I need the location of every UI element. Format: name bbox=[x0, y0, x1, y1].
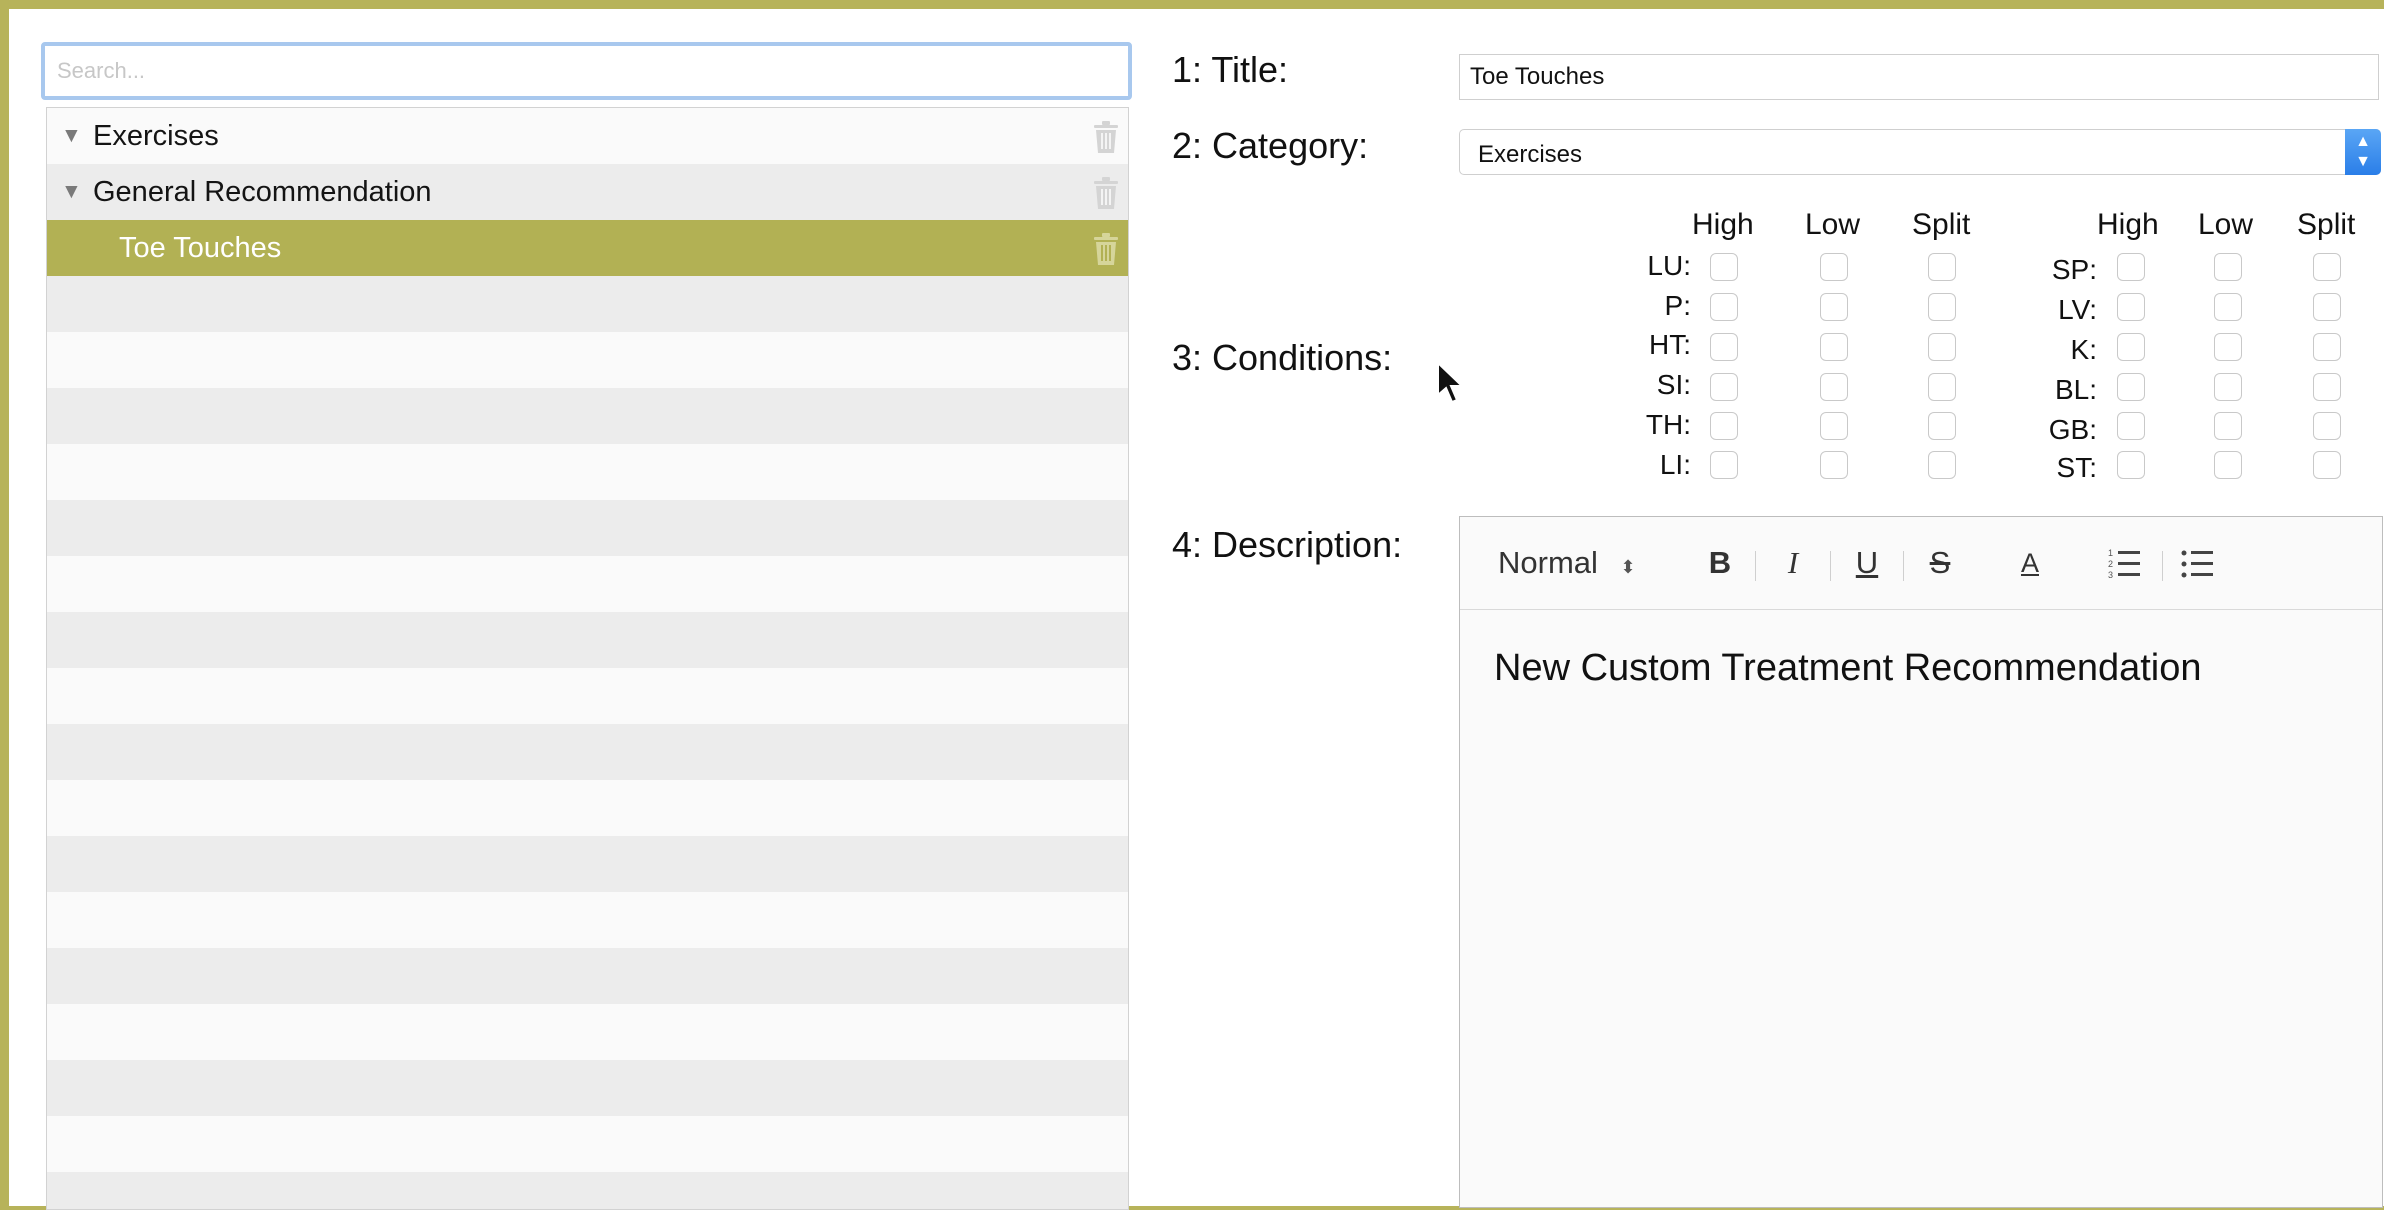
condition-label-bl: BL: bbox=[2054, 374, 2097, 405]
title-label: 1: Title: bbox=[1172, 49, 1289, 90]
disclosure-triangle-icon[interactable]: ▼ bbox=[61, 180, 83, 204]
editor-toolbar: Normal ⬍ B I U S A 1 2 3 bbox=[1460, 517, 2382, 610]
tree-item-label: Toe Touches bbox=[119, 231, 282, 264]
condition-label-gb: GB: bbox=[2048, 414, 2097, 445]
tree-item-label: General Recommendation bbox=[93, 175, 432, 208]
checkbox-lv-high[interactable] bbox=[2117, 293, 2145, 321]
toolbar-divider bbox=[1903, 551, 1904, 581]
column-header-low: Low bbox=[2198, 208, 2254, 241]
app-window: ▼ Exercises ▼ General Recommendation bbox=[9, 9, 2384, 1210]
checkbox-th-high[interactable] bbox=[1710, 412, 1738, 440]
checkbox-th-low[interactable] bbox=[1820, 412, 1848, 440]
condition-label-lu: LU: bbox=[1647, 250, 1691, 281]
category-value: Exercises bbox=[1478, 141, 1583, 168]
checkbox-si-low[interactable] bbox=[1820, 373, 1848, 401]
text-style-select[interactable]: Normal ⬍ bbox=[1498, 543, 1648, 583]
checkbox-li-low[interactable] bbox=[1820, 451, 1848, 479]
trash-icon[interactable] bbox=[1090, 176, 1122, 210]
column-header-high: High bbox=[2097, 208, 2159, 241]
checkbox-p-low[interactable] bbox=[1820, 293, 1848, 321]
svg-text:2: 2 bbox=[2108, 559, 2113, 569]
select-arrows-icon[interactable]: ▲ ▼ bbox=[2345, 129, 2381, 175]
checkbox-sp-high[interactable] bbox=[2117, 253, 2145, 281]
checkbox-lv-split[interactable] bbox=[2313, 293, 2341, 321]
ordered-list-icon[interactable]: 1 2 3 bbox=[2107, 543, 2143, 583]
condition-label-th: TH: bbox=[1645, 409, 1691, 440]
column-header-high: High bbox=[1692, 208, 1754, 241]
checkbox-p-split[interactable] bbox=[1928, 293, 1956, 321]
checkbox-p-high[interactable] bbox=[1710, 293, 1738, 321]
condition-label-lv: LV: bbox=[2058, 294, 2097, 325]
search-input[interactable] bbox=[41, 42, 1132, 100]
checkbox-lu-high[interactable] bbox=[1710, 253, 1738, 281]
rich-text-editor: Normal ⬍ B I U S A 1 2 3 New Custom Trea… bbox=[1459, 516, 2383, 1208]
checkbox-bl-low[interactable] bbox=[2214, 373, 2242, 401]
text-color-button[interactable]: A bbox=[2010, 543, 2050, 583]
tree-item-general-recommendation[interactable]: ▼ General Recommendation bbox=[47, 164, 1128, 220]
condition-label-sp: SP: bbox=[2051, 254, 2097, 285]
italic-button[interactable]: I bbox=[1773, 543, 1813, 583]
checkbox-k-low[interactable] bbox=[2214, 333, 2242, 361]
title-input[interactable] bbox=[1459, 54, 2379, 100]
svg-text:3: 3 bbox=[2108, 570, 2113, 580]
condition-label-k: K: bbox=[2070, 334, 2097, 365]
checkbox-lv-low[interactable] bbox=[2214, 293, 2242, 321]
checkbox-st-high[interactable] bbox=[2117, 451, 2145, 479]
checkbox-si-high[interactable] bbox=[1710, 373, 1738, 401]
conditions-label: 3: Conditions: bbox=[1172, 337, 1393, 378]
toolbar-divider bbox=[1755, 551, 1756, 581]
checkbox-lu-low[interactable] bbox=[1820, 253, 1848, 281]
checkbox-si-split[interactable] bbox=[1928, 373, 1956, 401]
checkbox-sp-low[interactable] bbox=[2214, 253, 2242, 281]
underline-button[interactable]: U bbox=[1847, 543, 1887, 583]
category-label: 2: Category: bbox=[1172, 125, 1369, 166]
svg-text:1: 1 bbox=[2108, 548, 2113, 558]
toolbar-divider bbox=[2162, 551, 2163, 581]
strikethrough-button[interactable]: S bbox=[1920, 543, 1960, 583]
trash-icon[interactable] bbox=[1090, 232, 1122, 266]
description-label: 4: Description: bbox=[1172, 524, 1403, 565]
checkbox-ht-low[interactable] bbox=[1820, 333, 1848, 361]
column-header-split: Split bbox=[1912, 208, 1971, 241]
checkbox-gb-low[interactable] bbox=[2214, 412, 2242, 440]
checkbox-st-split[interactable] bbox=[2313, 451, 2341, 479]
column-header-split: Split bbox=[2297, 208, 2356, 241]
checkbox-lu-split[interactable] bbox=[1928, 253, 1956, 281]
condition-label-st: ST: bbox=[2056, 452, 2097, 483]
checkbox-sp-split[interactable] bbox=[2313, 253, 2341, 281]
checkbox-k-high[interactable] bbox=[2117, 333, 2145, 361]
bold-button[interactable]: B bbox=[1700, 543, 1740, 583]
condition-label-ht: HT: bbox=[1649, 329, 1691, 360]
checkbox-ht-split[interactable] bbox=[1928, 333, 1956, 361]
editor-content[interactable]: New Custom Treatment Recommendation bbox=[1494, 647, 2202, 690]
condition-label-p: P: bbox=[1664, 290, 1691, 321]
condition-label-li: LI: bbox=[1659, 449, 1691, 480]
column-header-low: Low bbox=[1805, 208, 1861, 241]
tree-item-exercises[interactable]: ▼ Exercises bbox=[47, 108, 1128, 164]
checkbox-bl-split[interactable] bbox=[2313, 373, 2341, 401]
checkbox-gb-high[interactable] bbox=[2117, 412, 2145, 440]
checkbox-li-split[interactable] bbox=[1928, 451, 1956, 479]
checkbox-gb-split[interactable] bbox=[2313, 412, 2341, 440]
recommendation-tree: ▼ Exercises ▼ General Recommendation Toe… bbox=[46, 107, 1129, 1210]
disclosure-triangle-icon[interactable]: ▼ bbox=[61, 124, 83, 148]
text-style-value: Normal bbox=[1498, 545, 1598, 580]
checkbox-k-split[interactable] bbox=[2313, 333, 2341, 361]
checkbox-bl-high[interactable] bbox=[2117, 373, 2145, 401]
tree-item-label: Exercises bbox=[93, 119, 219, 152]
checkbox-li-high[interactable] bbox=[1710, 451, 1738, 479]
condition-label-si: SI: bbox=[1656, 369, 1691, 400]
select-arrows-icon: ⬍ bbox=[1620, 557, 1636, 577]
mouse-cursor-icon bbox=[1437, 361, 1465, 404]
checkbox-ht-high[interactable] bbox=[1710, 333, 1738, 361]
category-select[interactable]: Exercises ▲ ▼ bbox=[1459, 129, 2381, 175]
checkbox-st-low[interactable] bbox=[2214, 451, 2242, 479]
trash-icon[interactable] bbox=[1090, 120, 1122, 154]
toolbar-divider bbox=[1830, 551, 1831, 581]
tree-item-toe-touches[interactable]: Toe Touches bbox=[47, 220, 1128, 276]
bullet-list-icon[interactable] bbox=[2180, 543, 2216, 583]
checkbox-th-split[interactable] bbox=[1928, 412, 1956, 440]
